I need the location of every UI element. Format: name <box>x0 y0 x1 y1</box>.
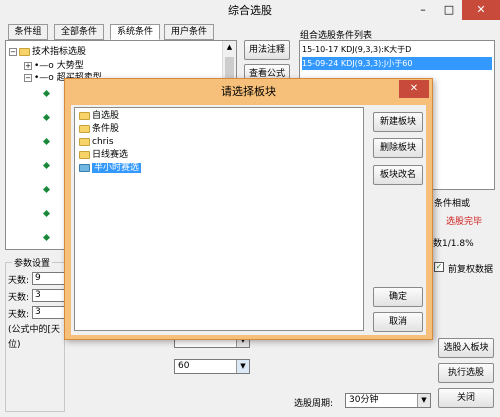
key-icon: •—o <box>34 73 54 83</box>
board-list[interactable]: 自选股 条件股 chris 日线赛选 半小时赛选 <box>74 107 364 331</box>
tab-condition-group[interactable]: 条件组 <box>8 24 48 40</box>
rename-board-button[interactable]: 板块改名 <box>373 165 423 185</box>
delete-board-button[interactable]: 删除板块 <box>373 138 423 158</box>
list-item-selected[interactable]: 15-09-24 KDJ(9,3,3):J小于60 <box>302 57 492 70</box>
board-item[interactable]: chris <box>79 136 114 149</box>
period-label: 选股周期: <box>294 399 334 409</box>
param-days-2-input[interactable]: 3 <box>32 289 66 302</box>
indicator-icon <box>42 137 51 146</box>
tree-root-label: 技术指标选股 <box>32 47 87 57</box>
folder-icon <box>79 111 90 120</box>
folder-icon <box>79 150 90 159</box>
ok-button[interactable]: 确定 <box>373 287 423 307</box>
param-days-1-input[interactable]: 9 <box>32 272 66 285</box>
expand-icon[interactable]: + <box>24 61 32 70</box>
period-value: 30分钟 <box>349 395 379 405</box>
dialog-title: 请选择板块 <box>221 85 276 98</box>
close-icon: ✕ <box>409 83 419 94</box>
middle-select-2[interactable]: 60 ▼ <box>174 359 250 374</box>
middle-select-2-value: 60 <box>178 361 190 371</box>
adjust-checkbox[interactable]: ✓ <box>434 262 444 272</box>
indicator-icon <box>42 89 51 98</box>
param-label-2: 天数: <box>8 293 30 303</box>
close-button[interactable]: 关闭 <box>438 388 494 408</box>
board-item[interactable]: 条件股 <box>79 123 119 136</box>
result-ratio: 数1/1.8% <box>433 239 474 249</box>
board-item-label: 条件股 <box>92 124 120 134</box>
folder-icon <box>79 163 90 172</box>
board-item-label: chris <box>92 137 114 147</box>
board-dialog: 请选择板块 ✕ 自选股 条件股 chris 日线赛选 半小时赛选 新建板块 删除… <box>64 78 433 340</box>
execute-button[interactable]: 执行选股 <box>438 363 494 383</box>
params-note-1: (公式中的[天 <box>8 325 61 335</box>
chevron-down-icon: ▼ <box>417 394 430 407</box>
maximize-button[interactable]: □ <box>436 0 462 20</box>
folder-icon <box>79 124 90 133</box>
board-item-label: 半小时赛选 <box>92 163 142 173</box>
list-item[interactable]: 15-10-17 KDJ(9,3,3):K大于D <box>302 43 492 56</box>
tab-system-conditions[interactable]: 系统条件 <box>110 24 160 40</box>
condition-relation: 条件相或 <box>434 199 471 209</box>
params-title: 参数设置 <box>12 256 53 269</box>
collapse-icon[interactable]: − <box>9 47 17 56</box>
tab-all-conditions[interactable]: 全部条件 <box>54 24 104 40</box>
new-board-button[interactable]: 新建板块 <box>373 112 423 132</box>
param-label-1: 天数: <box>8 276 30 286</box>
indicator-icon <box>42 185 51 194</box>
adjust-label: 前复权数据 <box>448 265 494 275</box>
indicator-icon <box>42 233 51 242</box>
minimize-button[interactable]: – <box>410 0 436 20</box>
board-item[interactable]: 日线赛选 <box>79 149 128 162</box>
title-bar: 综合选股 – □ ✕ <box>0 0 500 22</box>
usage-note-button[interactable]: 用法注释 <box>244 40 290 60</box>
params-note-2: 位) <box>8 340 21 350</box>
indicator-icon <box>42 161 51 170</box>
board-item-selected[interactable]: 半小时赛选 <box>79 162 142 175</box>
scroll-up-icon[interactable]: ▲ <box>223 43 236 51</box>
check-icon: ✓ <box>435 262 443 271</box>
board-item-label: 日线赛选 <box>92 150 129 160</box>
indicator-icon <box>42 209 51 218</box>
close-icon: ✕ <box>476 3 486 16</box>
tab-user-conditions[interactable]: 用户条件 <box>164 24 214 40</box>
period-select[interactable]: 30分钟 ▼ <box>345 393 431 408</box>
status-text: 选股完毕 <box>446 217 483 227</box>
tree-leaf-markers <box>42 85 52 245</box>
cancel-button[interactable]: 取消 <box>373 312 423 332</box>
tree-root[interactable]: − 技术指标选股 <box>9 44 86 57</box>
close-window-button[interactable]: ✕ <box>462 0 500 20</box>
indicator-icon <box>42 113 51 122</box>
dialog-close-button[interactable]: ✕ <box>399 80 429 98</box>
param-label-3: 天数: <box>8 310 30 320</box>
param-days-3-input[interactable]: 3 <box>32 306 66 319</box>
board-item-label: 自选股 <box>92 111 120 121</box>
dialog-body: 自选股 条件股 chris 日线赛选 半小时赛选 新建板块 删除板块 板块改名 … <box>71 105 426 335</box>
folder-icon <box>79 137 90 146</box>
chevron-down-icon: ▼ <box>236 360 249 373</box>
select-into-board-button[interactable]: 选股入板块 <box>438 338 494 358</box>
folder-icon <box>19 47 30 56</box>
collapse-icon[interactable]: − <box>24 73 32 82</box>
board-item[interactable]: 自选股 <box>79 110 119 123</box>
